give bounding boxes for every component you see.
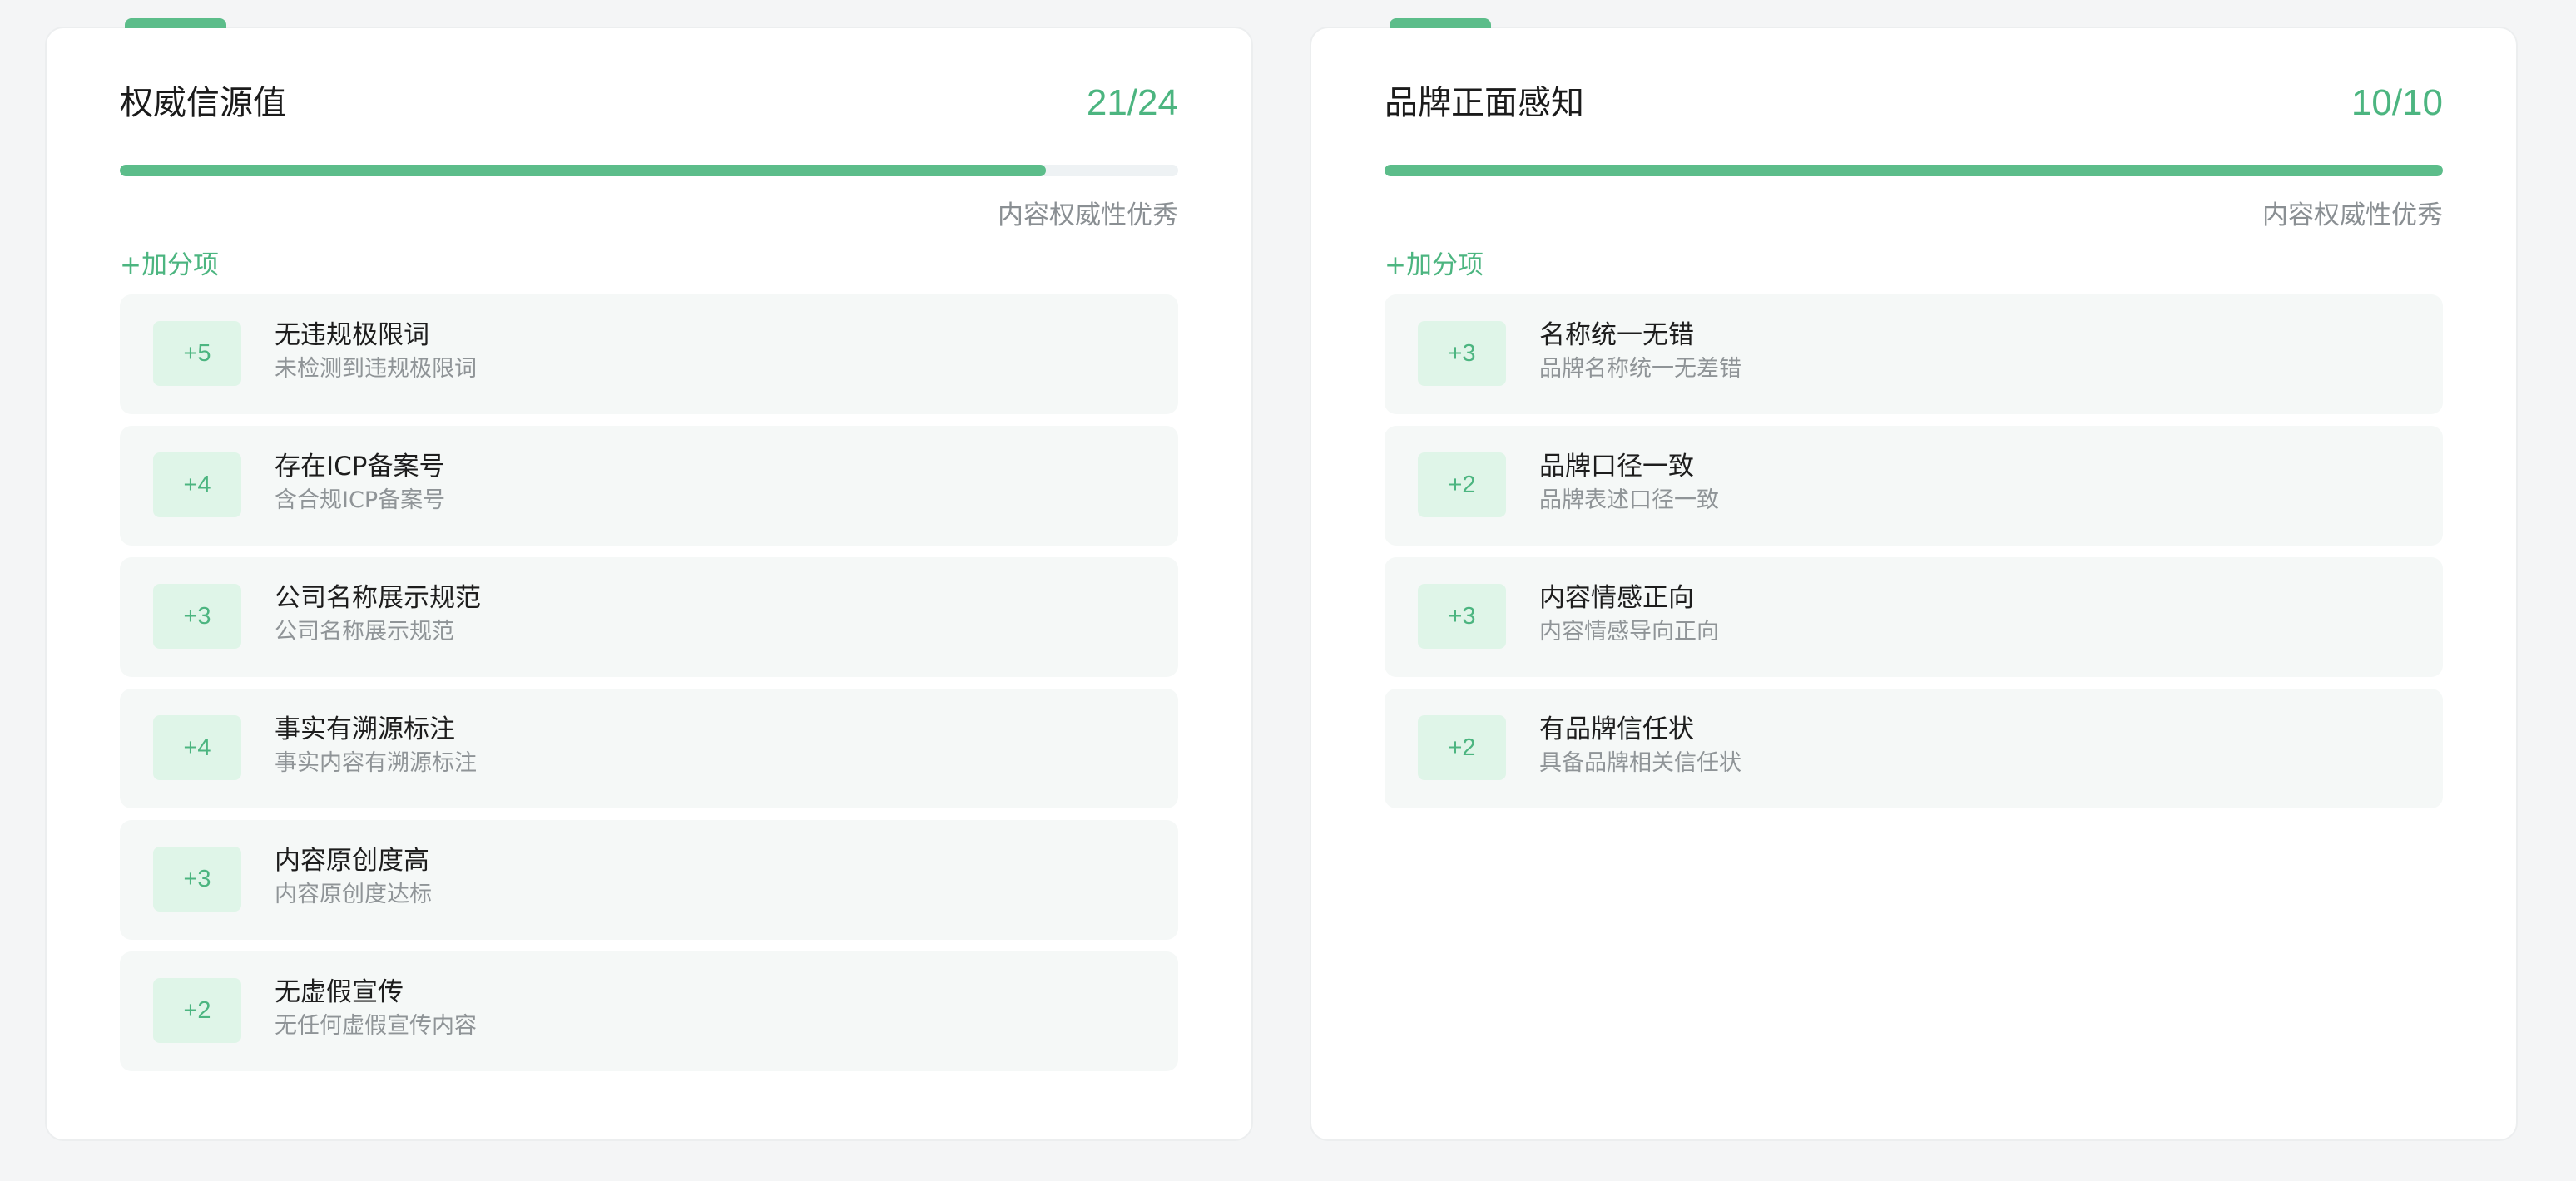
item-description: 事实内容有溯源标注 (275, 750, 477, 776)
bonus-item: +5 无违规极限词 未检测到违规极限词 (120, 294, 1178, 414)
item-description: 内容情感导向正向 (1539, 619, 1719, 645)
points-badge: +5 (153, 321, 241, 386)
item-name: 公司名称展示规范 (275, 583, 481, 613)
bonus-item: +3 内容原创度高 内容原创度达标 (120, 820, 1178, 940)
points-badge: +3 (1418, 584, 1506, 649)
authority-score-card: 权威信源值 21/24 内容权威性优秀 +加分项 +5 无违规极限词 未检测到违… (45, 18, 1253, 1141)
item-description: 品牌名称统一无差错 (1539, 356, 1741, 382)
item-description: 未检测到违规极限词 (275, 356, 477, 382)
card-title: 品牌正面感知 (1385, 84, 1584, 122)
item-description: 无任何虚假宣传内容 (275, 1013, 477, 1039)
status-text: 内容权威性优秀 (2262, 200, 2443, 230)
item-name: 内容情感正向 (1539, 583, 1694, 613)
points-badge: +3 (153, 584, 241, 649)
score-progress-fill (1385, 165, 2443, 176)
points-badge: +2 (1418, 452, 1506, 517)
item-name: 事实有溯源标注 (275, 714, 455, 744)
item-name: 无虚假宣传 (275, 977, 404, 1007)
item-name: 名称统一无错 (1539, 320, 1694, 350)
item-name: 存在ICP备案号 (275, 452, 445, 482)
bonus-item: +3 名称统一无错 品牌名称统一无差错 (1385, 294, 2443, 414)
points-badge: +2 (153, 978, 241, 1043)
points-badge: +3 (153, 847, 241, 912)
bonus-item: +3 内容情感正向 内容情感导向正向 (1385, 557, 2443, 677)
brand-perception-card: 品牌正面感知 10/10 内容权威性优秀 +加分项 +3 名称统一无错 品牌名称… (1310, 18, 2518, 1141)
points-badge: +4 (153, 715, 241, 780)
score-progress-fill (120, 165, 1046, 176)
item-name: 无违规极限词 (275, 320, 429, 350)
status-text: 内容权威性优秀 (998, 200, 1178, 230)
item-description: 内容原创度达标 (275, 882, 432, 907)
card-score: 10/10 (2351, 82, 2443, 123)
score-progress-bar (1385, 165, 2443, 176)
item-name: 品牌口径一致 (1539, 452, 1694, 482)
points-badge: +3 (1418, 321, 1506, 386)
bonus-section-title: +加分项 (1385, 250, 1484, 280)
item-description: 品牌表述口径一致 (1539, 487, 1719, 513)
card-score: 21/24 (1086, 82, 1178, 123)
item-name: 内容原创度高 (275, 846, 429, 876)
bonus-item-list: +5 无违规极限词 未检测到违规极限词 +4 存在ICP备案号 含合规ICP备案… (120, 294, 1178, 1083)
bonus-item: +4 存在ICP备案号 含合规ICP备案号 (120, 426, 1178, 546)
item-description: 具备品牌相关信任状 (1539, 750, 1741, 776)
card-tab-accent (1390, 18, 1491, 28)
item-description: 含合规ICP备案号 (275, 487, 446, 513)
bonus-item: +4 事实有溯源标注 事实内容有溯源标注 (120, 689, 1178, 808)
bonus-item: +2 有品牌信任状 具备品牌相关信任状 (1385, 689, 2443, 808)
bonus-item: +2 品牌口径一致 品牌表述口径一致 (1385, 426, 2443, 546)
bonus-item: +3 公司名称展示规范 公司名称展示规范 (120, 557, 1178, 677)
card-title: 权威信源值 (120, 84, 286, 122)
points-badge: +4 (153, 452, 241, 517)
bonus-section-title: +加分项 (120, 250, 219, 280)
points-badge: +2 (1418, 715, 1506, 780)
bonus-item: +2 无虚假宣传 无任何虚假宣传内容 (120, 951, 1178, 1071)
bonus-item-list: +3 名称统一无错 品牌名称统一无差错 +2 品牌口径一致 品牌表述口径一致 +… (1385, 294, 2443, 820)
item-name: 有品牌信任状 (1539, 714, 1694, 744)
item-description: 公司名称展示规范 (275, 619, 454, 645)
card-tab-accent (125, 18, 226, 28)
score-progress-bar (120, 165, 1178, 176)
